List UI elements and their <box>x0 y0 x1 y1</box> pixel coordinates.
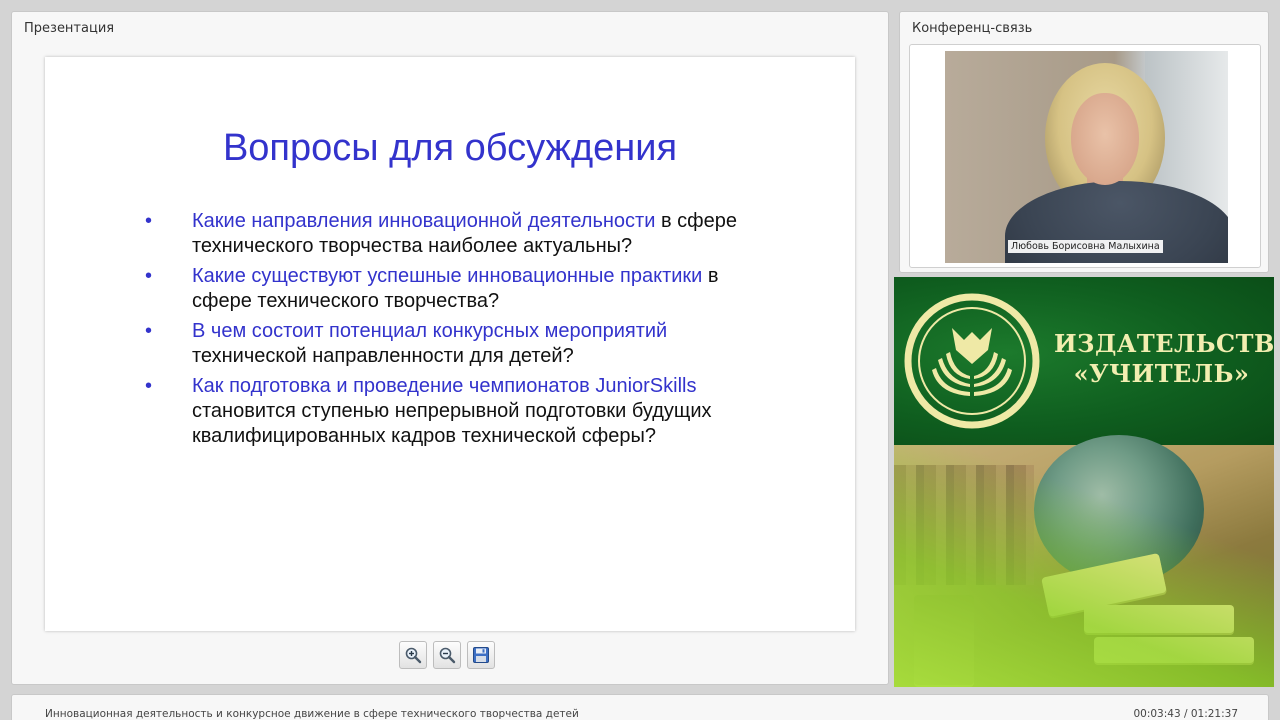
bullet-dot-icon: • <box>145 210 153 232</box>
bullet-highlight: Как подготовка и проведение чемпионатов … <box>192 375 697 397</box>
zoom-in-icon <box>405 647 422 664</box>
slide-bullet-list: • Какие направления инновационной деятел… <box>145 209 765 454</box>
bullet-dot-icon: • <box>145 320 153 342</box>
bullet-text: технической направленности для детей? <box>192 345 574 367</box>
slide-title: Вопросы для обсуждения <box>222 127 678 169</box>
presentation-panel-title: Презентация <box>24 21 115 36</box>
presentation-panel: Презентация Вопросы для обсуждения • Как… <box>11 11 889 685</box>
speaker-face <box>1071 93 1139 185</box>
floppy-disk-icon <box>473 647 489 663</box>
banner-logo-area: ИЗДАТЕЛЬСТВО «УЧИТЕЛЬ» <box>894 277 1274 445</box>
zoom-in-button[interactable] <box>399 641 427 669</box>
bullet-dot-icon: • <box>145 265 153 287</box>
bullet-dot-icon: • <box>145 375 153 397</box>
slide-bullet: • Какие существуют успешные инновационны… <box>145 264 765 314</box>
speaker-video: Любовь Борисовна Малыхина <box>945 51 1228 263</box>
speaker-name-caption: Любовь Борисовна Малыхина <box>1008 240 1163 253</box>
slide-bullet: • Какие направления инновационной деятел… <box>145 209 765 259</box>
publisher-name: ИЗДАТЕЛЬСТВО «УЧИТЕЛЬ» <box>1054 329 1274 389</box>
slide-toolbar <box>399 641 495 669</box>
bullet-text: становится ступенью непрерывной подготов… <box>192 400 712 447</box>
zoom-out-button[interactable] <box>433 641 461 669</box>
webinar-title: Инновационная деятельность и конкурсное … <box>45 708 579 720</box>
save-button[interactable] <box>467 641 495 669</box>
publisher-logo-icon <box>904 293 1040 429</box>
zoom-out-icon <box>439 647 456 664</box>
bullet-highlight: Какие существуют успешные инновационные … <box>192 265 703 287</box>
publisher-name-line1: ИЗДАТЕЛЬСТВО <box>1054 329 1274 358</box>
conference-panel: Конференц-связь Любовь Борисовна Малыхин… <box>899 11 1269 273</box>
slide-bullet: • В чем состоит потенциал конкурсных мер… <box>145 319 765 369</box>
publisher-name-line2: «УЧИТЕЛЬ» <box>1073 359 1250 388</box>
publisher-banner: ИЗДАТЕЛЬСТВО «УЧИТЕЛЬ» <box>894 277 1274 687</box>
presentation-slide: Вопросы для обсуждения • Какие направлен… <box>45 57 855 631</box>
green-overlay <box>894 445 1274 687</box>
video-frame: Любовь Борисовна Малыхина <box>909 44 1261 268</box>
slide-bullet: • Как подготовка и проведение чемпионато… <box>145 374 765 449</box>
banner-books-image <box>894 435 1274 687</box>
bullet-highlight: В чем состоит потенциал конкурсных мероп… <box>192 320 668 342</box>
footer-bar: Инновационная деятельность и конкурсное … <box>11 694 1269 720</box>
bullet-highlight: Какие направления инновационной деятельн… <box>192 210 656 232</box>
conference-panel-title: Конференц-связь <box>912 21 1033 36</box>
playback-time: 00:03:43 / 01:21:37 <box>1133 708 1238 720</box>
